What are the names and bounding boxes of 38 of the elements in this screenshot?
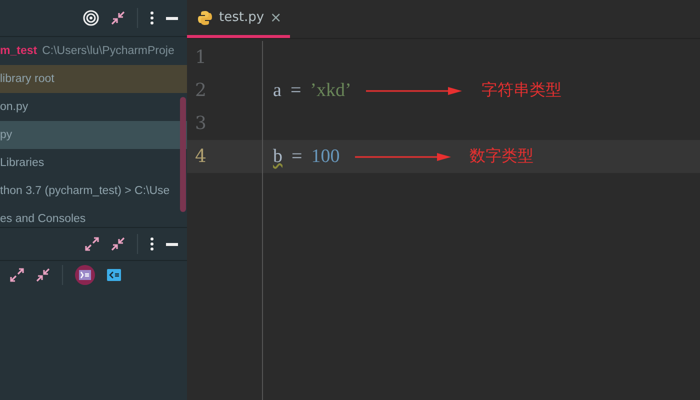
collapse-icon[interactable] bbox=[111, 237, 125, 251]
tree-item[interactable]: py bbox=[0, 121, 187, 149]
collapse-icon[interactable] bbox=[111, 11, 125, 25]
console-icon[interactable] bbox=[75, 265, 95, 285]
minimize-icon[interactable] bbox=[166, 16, 178, 20]
expand-icon[interactable] bbox=[10, 268, 24, 282]
code-token: 100 bbox=[311, 146, 340, 168]
target-icon[interactable] bbox=[83, 10, 99, 26]
line-number: 4 bbox=[194, 146, 208, 167]
close-tab-button[interactable]: × bbox=[270, 10, 282, 26]
annotation-label: 字符串类型 bbox=[481, 80, 562, 101]
scrollbar[interactable] bbox=[180, 97, 186, 212]
code-token: a bbox=[273, 80, 282, 102]
more-options-icon[interactable] bbox=[150, 11, 154, 25]
tree-item[interactable]: on.py bbox=[0, 93, 187, 121]
line-number: 3 bbox=[194, 113, 208, 134]
line-number: 2 bbox=[194, 80, 208, 101]
editor-tab[interactable]: test.py × bbox=[187, 0, 290, 38]
code-token: = bbox=[292, 146, 302, 168]
more-options-icon[interactable] bbox=[150, 237, 154, 251]
expand-icon[interactable] bbox=[85, 237, 99, 251]
tree-item[interactable]: Libraries bbox=[0, 149, 187, 177]
project-path: C:\Users\lu\PycharmProje bbox=[42, 45, 174, 57]
line-number: 1 bbox=[194, 47, 208, 68]
python-logo-icon bbox=[197, 10, 213, 26]
tree-item[interactable]: es and Consoles bbox=[0, 205, 187, 227]
code-token: = bbox=[290, 80, 302, 102]
console-icon[interactable] bbox=[107, 269, 121, 281]
tab-label: test.py bbox=[219, 10, 264, 25]
minimize-icon[interactable] bbox=[166, 242, 178, 246]
annotation-label: 数字类型 bbox=[470, 146, 534, 167]
collapse-icon[interactable] bbox=[36, 268, 50, 282]
tree-item[interactable]: m_test C:\Users\lu\PycharmProje bbox=[0, 37, 187, 65]
tree-item[interactable]: library root bbox=[0, 65, 187, 93]
code-token: ’xkd’ bbox=[310, 80, 352, 102]
project-name: m_test bbox=[0, 45, 38, 57]
tree-item[interactable]: thon 3.7 (pycharm_test) > C:\Use bbox=[0, 177, 187, 205]
code-token: b bbox=[273, 146, 282, 168]
